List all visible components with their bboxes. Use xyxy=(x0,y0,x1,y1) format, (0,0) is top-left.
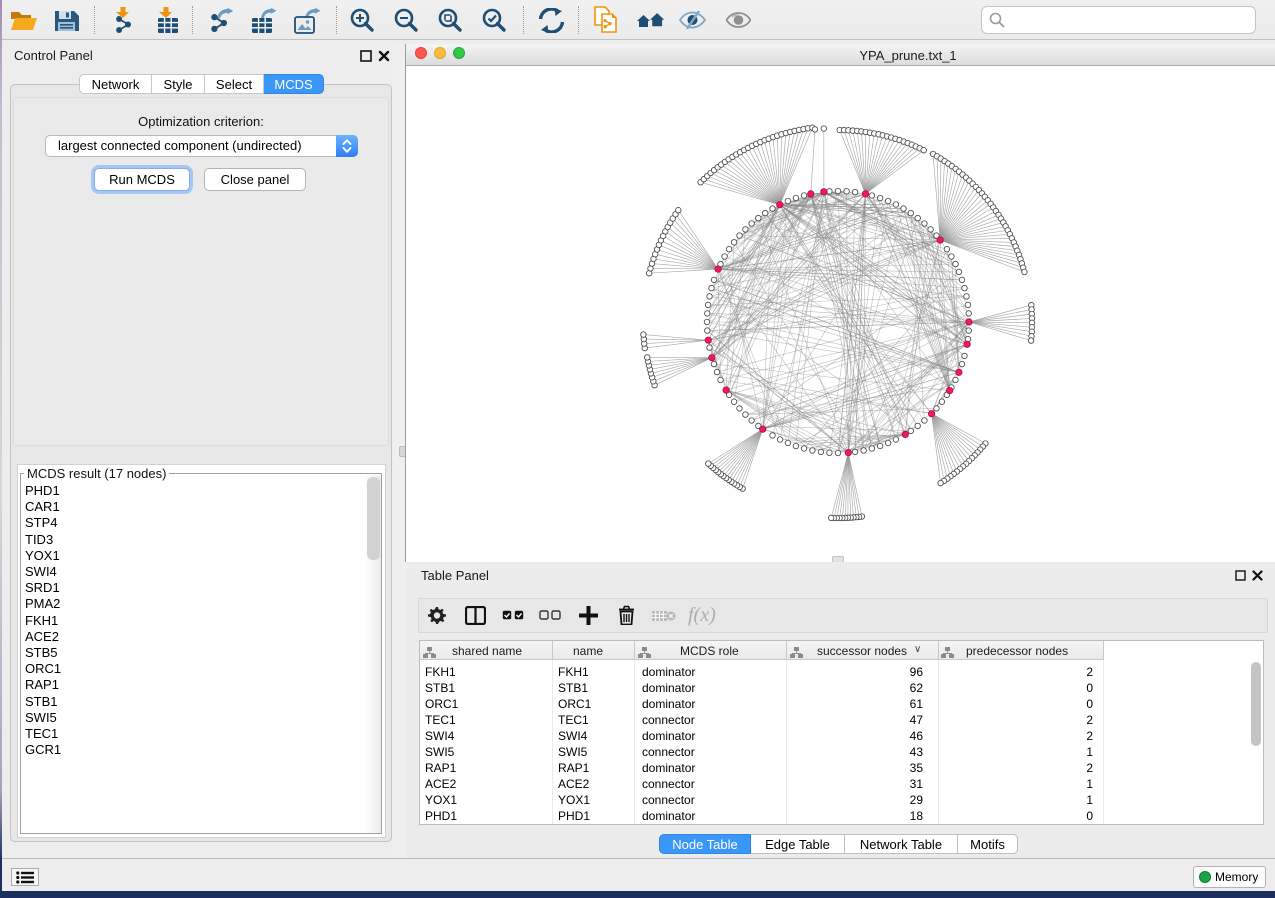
svg-text:f(x): f(x) xyxy=(688,604,716,626)
